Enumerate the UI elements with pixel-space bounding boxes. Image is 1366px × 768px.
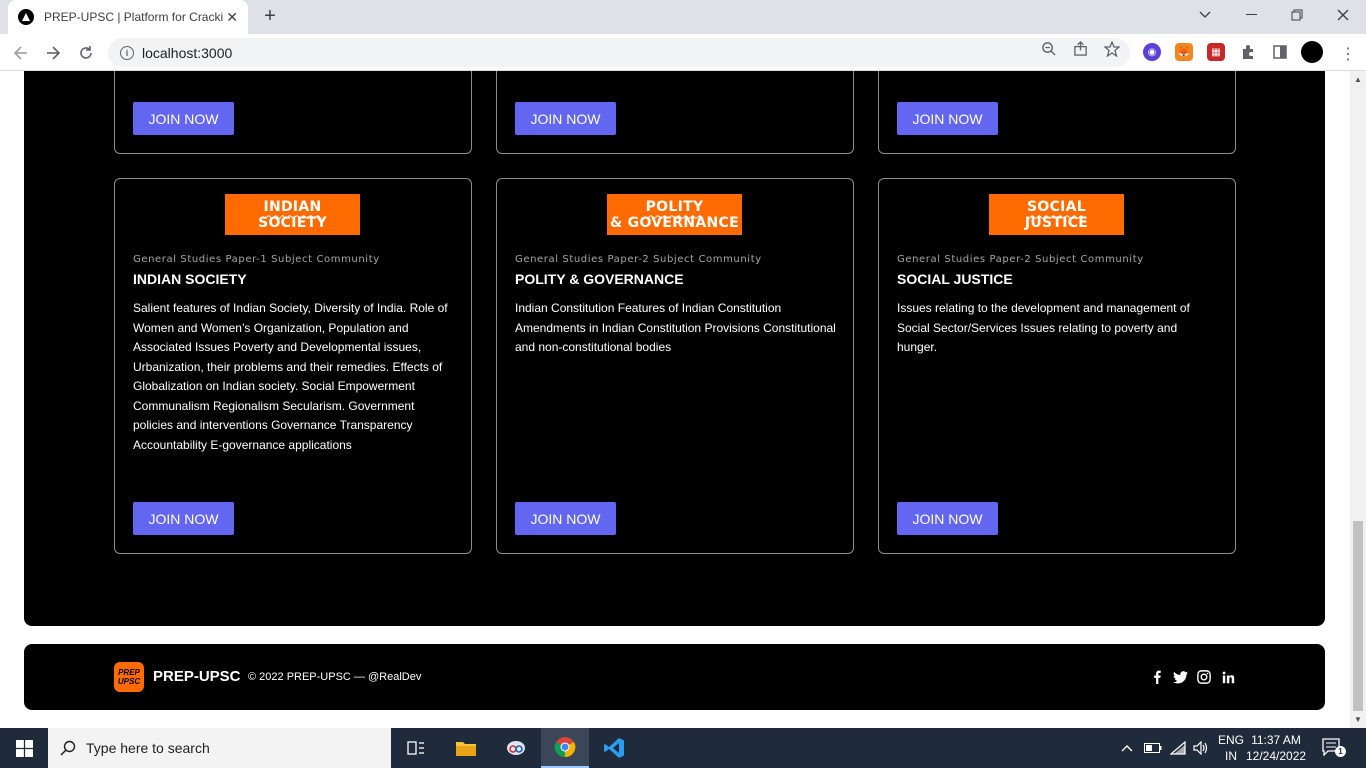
scroll-up-arrow-icon[interactable]: ▲ bbox=[1354, 75, 1362, 84]
tab-title: PREP-UPSC | Platform for Cracking UPSC bbox=[44, 10, 224, 24]
badge-line1: INDIAN bbox=[263, 198, 322, 215]
linkedin-icon[interactable] bbox=[1219, 668, 1237, 686]
zoom-icon[interactable] bbox=[1040, 41, 1056, 57]
file-explorer-icon[interactable] bbox=[442, 728, 490, 768]
community-card-top: JOIN NOW bbox=[114, 71, 472, 154]
clock-date: 12/24/2022 bbox=[1246, 749, 1307, 763]
community-card-indian-society: INDIAN SOCIETY General Studies Paper-1 S… bbox=[114, 178, 472, 554]
twitter-icon[interactable] bbox=[1171, 668, 1189, 686]
vscode-icon[interactable] bbox=[590, 728, 638, 768]
instagram-icon[interactable] bbox=[1195, 668, 1213, 686]
battery-icon[interactable] bbox=[1144, 728, 1162, 768]
windows-start-icon[interactable] bbox=[0, 728, 48, 768]
join-now-button[interactable]: JOIN NOW bbox=[133, 102, 234, 135]
profile-avatar[interactable] bbox=[1301, 41, 1323, 63]
minimize-icon[interactable] bbox=[1228, 0, 1274, 30]
join-now-button[interactable]: JOIN NOW bbox=[897, 502, 998, 535]
browser-toolbar: i localhost:3000 ◉ 🦊 ▦ ⋮ bbox=[0, 34, 1366, 71]
community-card-top: JOIN NOW bbox=[496, 71, 854, 154]
join-now-button[interactable]: JOIN NOW bbox=[515, 502, 616, 535]
input-language-indicator[interactable]: ENG IN bbox=[1216, 732, 1246, 764]
clock-time: 11:37 AM bbox=[1251, 733, 1301, 747]
search-icon bbox=[60, 740, 76, 756]
card-kicker: General Studies Paper-1 Subject Communit… bbox=[133, 254, 380, 265]
community-card-polity-governance: POLITY & GOVERNANCE General Studies Pape… bbox=[496, 178, 854, 554]
page-scrollbar[interactable]: ▲ ▼ bbox=[1350, 71, 1366, 728]
site-info-icon[interactable]: i bbox=[120, 45, 134, 60]
wifi-icon[interactable] bbox=[1170, 728, 1186, 768]
restore-icon[interactable] bbox=[1274, 0, 1320, 30]
address-bar[interactable]: i localhost:3000 bbox=[108, 38, 1130, 67]
join-now-button[interactable]: JOIN NOW bbox=[133, 502, 234, 535]
site-footer: PREP UPSC PREP-UPSC © 2022 PREP-UPSC — @… bbox=[24, 644, 1325, 710]
side-panel-icon[interactable] bbox=[1271, 43, 1289, 61]
copyright-text: © 2022 PREP-UPSC — @RealDev bbox=[248, 671, 422, 683]
subject-badge: SOCIAL JUSTICE bbox=[989, 194, 1124, 235]
search-placeholder: Type here to search bbox=[86, 740, 210, 756]
nextjs-favicon-icon bbox=[18, 9, 34, 25]
snipping-tool-icon[interactable] bbox=[492, 728, 540, 768]
extensions-puzzle-icon[interactable] bbox=[1239, 43, 1257, 61]
forward-arrow-icon[interactable] bbox=[40, 40, 66, 66]
close-icon[interactable] bbox=[1320, 0, 1366, 30]
taskbar-search-input[interactable]: Type here to search bbox=[48, 728, 391, 768]
tab-close-icon[interactable]: ✕ bbox=[226, 9, 238, 26]
lang-line1: ENG bbox=[1217, 733, 1244, 747]
notification-center-icon[interactable]: 1 bbox=[1322, 738, 1346, 758]
subject-badge: INDIAN SOCIETY bbox=[225, 194, 360, 235]
logo-line1: PREP bbox=[118, 668, 140, 677]
browser-tab[interactable]: PREP-UPSC | Platform for Cracking UPSC ✕ bbox=[8, 0, 248, 34]
card-description: Salient features of Indian Society, Dive… bbox=[133, 301, 448, 452]
browser-titlebar: PREP-UPSC | Platform for Cracking UPSC ✕… bbox=[0, 0, 1366, 34]
badge-line1: POLITY bbox=[645, 198, 704, 215]
system-clock[interactable]: 11:37 AM 12/24/2022 bbox=[1246, 732, 1306, 764]
community-card-social-justice: SOCIAL JUSTICE General Studies Paper-2 S… bbox=[878, 178, 1236, 554]
show-hidden-icons-chevron-icon[interactable] bbox=[1121, 728, 1133, 768]
back-arrow-icon[interactable] bbox=[8, 40, 34, 66]
brand-name[interactable]: PREP-UPSC bbox=[153, 668, 241, 685]
community-card-top: JOIN NOW bbox=[878, 71, 1236, 154]
extension-purple-icon[interactable]: ◉ bbox=[1143, 43, 1161, 61]
badge-line2: JUSTICE bbox=[1024, 214, 1089, 231]
badge-line1: SOCIAL bbox=[1026, 198, 1087, 215]
badge-line2: SOCIETY bbox=[258, 214, 327, 231]
card-kicker: General Studies Paper-2 Subject Communit… bbox=[897, 254, 1144, 265]
logo-line2: UPSC bbox=[117, 677, 141, 686]
new-tab-button[interactable]: + bbox=[258, 5, 282, 29]
metamask-fox-icon[interactable]: 🦊 bbox=[1175, 43, 1193, 61]
facebook-icon[interactable] bbox=[1148, 668, 1166, 686]
chevron-down-icon[interactable] bbox=[1182, 0, 1228, 30]
share-icon[interactable] bbox=[1072, 41, 1088, 57]
join-now-button[interactable]: JOIN NOW bbox=[515, 102, 616, 135]
page-viewport: JOIN NOW JOIN NOW JOIN NOW INDIAN SOCIET… bbox=[0, 71, 1350, 728]
scrollbar-thumb[interactable] bbox=[1353, 521, 1363, 711]
reload-icon[interactable] bbox=[73, 40, 99, 66]
lang-line2: IN bbox=[1225, 749, 1237, 763]
volume-icon[interactable] bbox=[1193, 728, 1209, 768]
card-kicker: General Studies Paper-2 Subject Communit… bbox=[515, 254, 762, 265]
card-title: SOCIAL JUSTICE bbox=[897, 271, 1013, 287]
join-now-button[interactable]: JOIN NOW bbox=[897, 102, 998, 135]
windows-taskbar: Type here to search ENG IN 11:37 AM 12/2… bbox=[0, 728, 1366, 768]
brand-logo[interactable]: PREP UPSC bbox=[114, 662, 144, 692]
bookmark-star-icon[interactable] bbox=[1103, 40, 1121, 58]
card-title: POLITY & GOVERNANCE bbox=[515, 271, 684, 287]
more-menu-icon[interactable]: ⋮ bbox=[1340, 44, 1356, 64]
subject-badge: POLITY & GOVERNANCE bbox=[607, 194, 742, 235]
notification-count-badge: 1 bbox=[1335, 746, 1346, 757]
scroll-down-arrow-icon[interactable]: ▼ bbox=[1354, 715, 1362, 724]
card-description: Indian Constitution Features of Indian C… bbox=[515, 301, 836, 354]
card-title: INDIAN SOCIETY bbox=[133, 271, 247, 287]
chrome-icon[interactable] bbox=[541, 728, 589, 768]
card-description: Issues relating to the development and m… bbox=[897, 301, 1190, 354]
communities-section: JOIN NOW JOIN NOW JOIN NOW INDIAN SOCIET… bbox=[24, 71, 1325, 626]
task-view-icon[interactable] bbox=[392, 728, 440, 768]
extension-red-icon[interactable]: ▦ bbox=[1207, 43, 1225, 61]
badge-line2: & GOVERNANCE bbox=[610, 214, 739, 231]
url-text: localhost:3000 bbox=[142, 44, 233, 61]
